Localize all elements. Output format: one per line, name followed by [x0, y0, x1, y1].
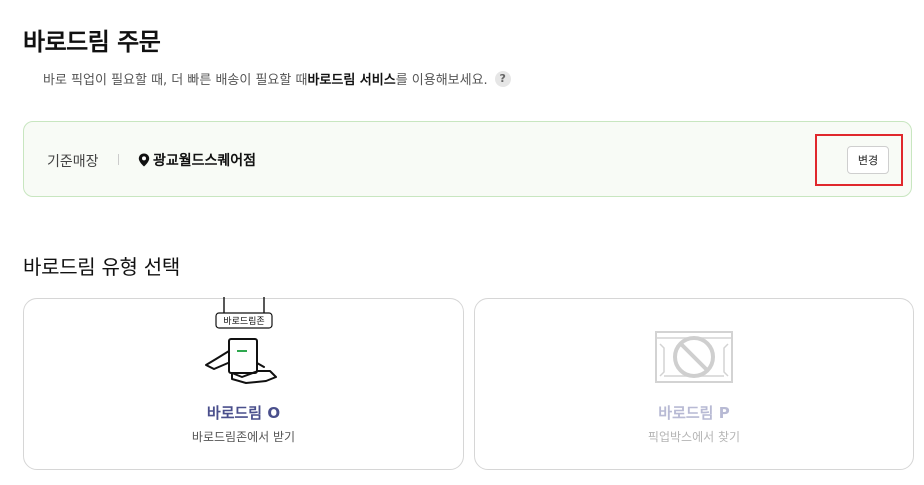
section-title: 바로드림 유형 선택	[23, 255, 180, 279]
card-desc: 픽업박스에서 찾기	[647, 430, 741, 444]
subtitle-text: 바로 픽업이 필요할 때, 더 빠른 배송이 필요할 때	[43, 73, 308, 88]
help-icon[interactable]: ?	[494, 70, 511, 87]
barodrim-p-card[interactable]: 바로드림 P 픽업박스에서 찾기	[474, 298, 914, 470]
store-name-text: 광교월드스퀘어점	[153, 153, 257, 169]
subtitle-suffix: 를 이용해보세요.	[395, 73, 488, 88]
subtitle-bold: 바로드림 서비스	[307, 73, 396, 88]
card-title: 바로드림 O	[206, 404, 281, 422]
store-label: 기준매장	[47, 154, 99, 170]
location-pin-icon	[138, 153, 150, 167]
zone-tag-label: 바로드림존	[223, 315, 264, 327]
card-desc: 바로드림존에서 받기	[191, 430, 296, 444]
pickup-box-disabled-icon	[655, 331, 733, 383]
change-store-button[interactable]: 변경	[847, 146, 889, 174]
card-title: 바로드림 P	[658, 404, 730, 422]
divider	[118, 154, 119, 165]
base-store-panel: 기준매장 광교월드스퀘어점 변경	[23, 121, 912, 197]
page-subtitle: 바로 픽업이 필요할 때, 더 빠른 배송이 필요할 때 바로드림 서비스 를 이…	[43, 69, 511, 88]
store-name: 광교월드스퀘어점	[138, 150, 256, 170]
page-title: 바로드림 주문	[23, 28, 161, 56]
barodrim-o-card[interactable]: 바로드림존 바로드림 O 바로드림존에서 받기	[23, 297, 464, 470]
pickup-zone-icon: 바로드림존	[204, 297, 277, 384]
